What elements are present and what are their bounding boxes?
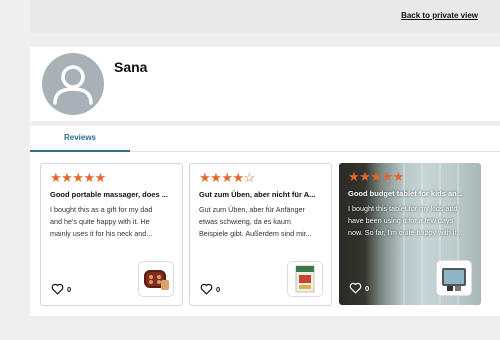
star-icon: ★ — [50, 170, 62, 185]
review-card[interactable]: ★★★★★ Good budget tablet for kids an... … — [339, 163, 481, 305]
star-icon: ★ — [359, 169, 371, 184]
star-outline-icon: ☆ — [243, 170, 256, 185]
back-to-private-view-link[interactable]: Back to private view — [401, 11, 478, 20]
star-icon: ★ — [392, 169, 405, 184]
star-rating: ★★★★★ — [50, 170, 106, 186]
review-text-line: Beispiele gibt. Außerdem sind mir... — [199, 229, 312, 238]
star-icon: ★ — [72, 170, 84, 185]
review-text-line: I bought this as a gift for my dad — [50, 205, 153, 214]
book-product-thumbnail[interactable] — [287, 261, 323, 297]
review-text-line: now. So far, I'm quite happy with it... — [348, 228, 463, 237]
star-rating: ★★★★★ — [348, 169, 404, 185]
tab-reviews[interactable]: Reviews — [30, 126, 130, 152]
like-count: 0 — [216, 285, 221, 294]
massager-product-icon — [144, 270, 169, 290]
user-silhouette-icon — [53, 65, 93, 105]
like-count: 0 — [365, 284, 370, 293]
star-icon: ★ — [210, 170, 222, 185]
heart-icon[interactable] — [349, 282, 362, 294]
tablet-product-icon — [442, 268, 466, 291]
reviews-section: Reviews ★★★★★ Good portable massager, do… — [30, 126, 500, 316]
review-text: Gut zum Üben, aber für Anfänger etwas sc… — [199, 204, 321, 240]
star-icon: ★ — [381, 169, 393, 184]
star-icon: ★ — [348, 169, 360, 184]
review-title: Good budget tablet for kids an... — [348, 189, 464, 198]
massager-product-thumbnail[interactable] — [138, 261, 174, 297]
heart-icon[interactable] — [200, 283, 213, 295]
review-text: I bought this as a gift for my dad and h… — [50, 204, 172, 240]
top-bar: Back to private view — [30, 0, 500, 33]
review-text-line: Gut zum Üben, aber für Anfänger — [199, 205, 305, 214]
review-title: Good portable massager, does ... — [50, 190, 168, 199]
star-icon: ★ — [232, 170, 244, 185]
review-text-line: etwas schwierig, da es kaum — [199, 217, 291, 226]
review-text: I bought this tablet for my kids and hav… — [348, 203, 470, 239]
star-icon: ★ — [94, 170, 107, 185]
star-icon: ★ — [61, 170, 73, 185]
heart-icon[interactable] — [51, 283, 64, 295]
book-product-icon — [295, 265, 315, 293]
star-icon: ★ — [370, 169, 382, 184]
review-card[interactable]: ★★★★★ Good portable massager, does ... I… — [40, 163, 183, 306]
profile-name: Sana — [114, 59, 148, 75]
tablet-product-thumbnail[interactable] — [436, 260, 472, 296]
avatar — [42, 53, 104, 115]
tab-bar: Reviews — [30, 126, 500, 152]
review-title: Gut zum Üben, aber nicht für A... — [199, 190, 316, 199]
review-card[interactable]: ★★★★☆ Gut zum Üben, aber nicht für A... … — [189, 163, 332, 306]
tab-divider — [130, 151, 500, 152]
star-icon: ★ — [199, 170, 211, 185]
review-text-line: have been using it for a few days — [348, 216, 454, 225]
like-count: 0 — [67, 285, 72, 294]
star-rating: ★★★★☆ — [199, 170, 255, 186]
profile-header: Sana — [30, 47, 500, 121]
review-text-line: and he's quite happy with it. He — [50, 217, 150, 226]
review-text-line: mainly uses it for his neck and... — [50, 229, 153, 238]
star-icon: ★ — [83, 170, 95, 185]
star-icon: ★ — [221, 170, 233, 185]
review-text-line: I bought this tablet for my kids and — [348, 204, 458, 213]
